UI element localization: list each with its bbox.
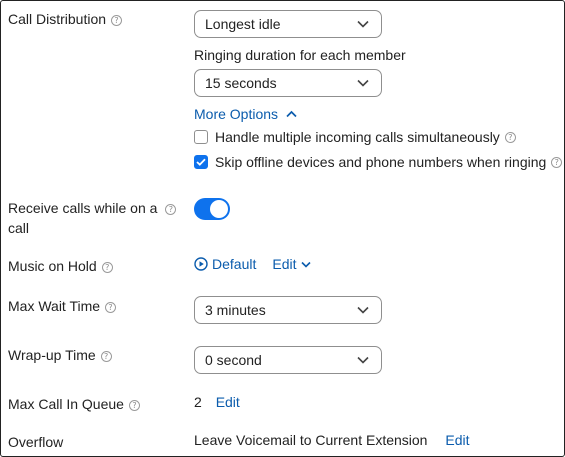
wrap-up-time-label: Wrap-up Time? [8, 345, 112, 365]
receive-calls-text-line1: Receive calls while on a [8, 200, 158, 216]
music-on-hold-value: Default [212, 256, 257, 272]
wrap-up-time-select[interactable]: 0 second [194, 346, 382, 374]
handle-multiple-calls-checkbox[interactable] [194, 130, 208, 144]
chevron-down-icon [357, 306, 369, 314]
receive-calls-label: Receive calls while on a? call [8, 198, 177, 238]
help-icon[interactable]: ? [504, 131, 516, 143]
skip-offline-devices-label: Skip offline devices and phone numbers w… [215, 154, 547, 170]
music-on-hold-edit-button[interactable]: Edit [272, 256, 312, 272]
receive-calls-toggle[interactable] [194, 198, 230, 220]
handle-multiple-calls-option[interactable]: Handle multiple incoming calls simultane… [194, 129, 516, 145]
overflow-value: Leave Voicemail to Current Extension [194, 432, 428, 448]
music-on-hold-edit-label: Edit [272, 256, 297, 272]
max-call-in-queue-text: Max Call In Queue [8, 396, 124, 412]
more-options-label: More Options [194, 106, 279, 122]
more-options-toggle[interactable]: More Options [194, 106, 297, 122]
toggle-knob [210, 200, 228, 218]
max-wait-time-label: Max Wait Time? [8, 296, 117, 316]
overflow-label: Overflow [8, 434, 64, 450]
settings-panel: Call Distribution? Longest idle Ringing … [0, 0, 565, 457]
max-call-in-queue-value: 2 [194, 394, 202, 410]
skip-offline-devices-option[interactable]: Skip offline devices and phone numbers w… [194, 154, 563, 170]
call-distribution-select[interactable]: Longest idle [194, 10, 382, 38]
check-icon [196, 158, 206, 166]
help-icon[interactable]: ? [111, 15, 123, 26]
max-call-in-queue-label: Max Call In Queue? [8, 394, 140, 414]
wrap-up-time-value: 0 second [205, 352, 262, 368]
chevron-down-icon [357, 79, 369, 87]
overflow-controls: Leave Voicemail to Current Extension Edi… [194, 432, 469, 448]
ringing-duration-label: Ringing duration for each member [194, 47, 406, 63]
call-distribution-label: Call Distribution? [8, 9, 123, 29]
skip-offline-devices-checkbox[interactable] [194, 155, 208, 169]
chevron-down-icon [357, 20, 369, 28]
help-icon[interactable]: ? [100, 351, 112, 362]
music-on-hold-play-default[interactable]: Default [194, 256, 256, 272]
ringing-duration-value: 15 seconds [205, 75, 277, 91]
chevron-down-icon [357, 356, 369, 364]
max-call-in-queue-edit-button[interactable]: Edit [216, 394, 240, 410]
ringing-duration-select[interactable]: 15 seconds [194, 69, 382, 97]
music-on-hold-controls: Default Edit [194, 256, 312, 272]
max-call-in-queue-controls: 2 Edit [194, 394, 240, 410]
call-distribution-value: Longest idle [205, 16, 281, 32]
receive-calls-text-line2: call [8, 220, 30, 236]
help-icon[interactable]: ? [128, 400, 140, 411]
play-circle-icon [194, 257, 208, 271]
max-wait-time-value: 3 minutes [205, 302, 266, 318]
help-icon[interactable]: ? [105, 302, 117, 313]
chevron-up-icon [286, 110, 297, 118]
chevron-down-icon [301, 261, 312, 268]
overflow-edit-button[interactable]: Edit [445, 432, 469, 448]
help-icon[interactable]: ? [101, 262, 113, 273]
max-wait-time-text: Max Wait Time [8, 298, 101, 314]
max-wait-time-select[interactable]: 3 minutes [194, 296, 382, 324]
call-distribution-text: Call Distribution [8, 11, 107, 27]
music-on-hold-text: Music on Hold [8, 258, 97, 274]
help-icon[interactable]: ? [165, 204, 177, 215]
music-on-hold-label: Music on Hold? [8, 256, 113, 276]
help-icon[interactable]: ? [551, 156, 563, 168]
wrap-up-time-text: Wrap-up Time [8, 347, 96, 363]
handle-multiple-calls-label: Handle multiple incoming calls simultane… [215, 129, 500, 145]
